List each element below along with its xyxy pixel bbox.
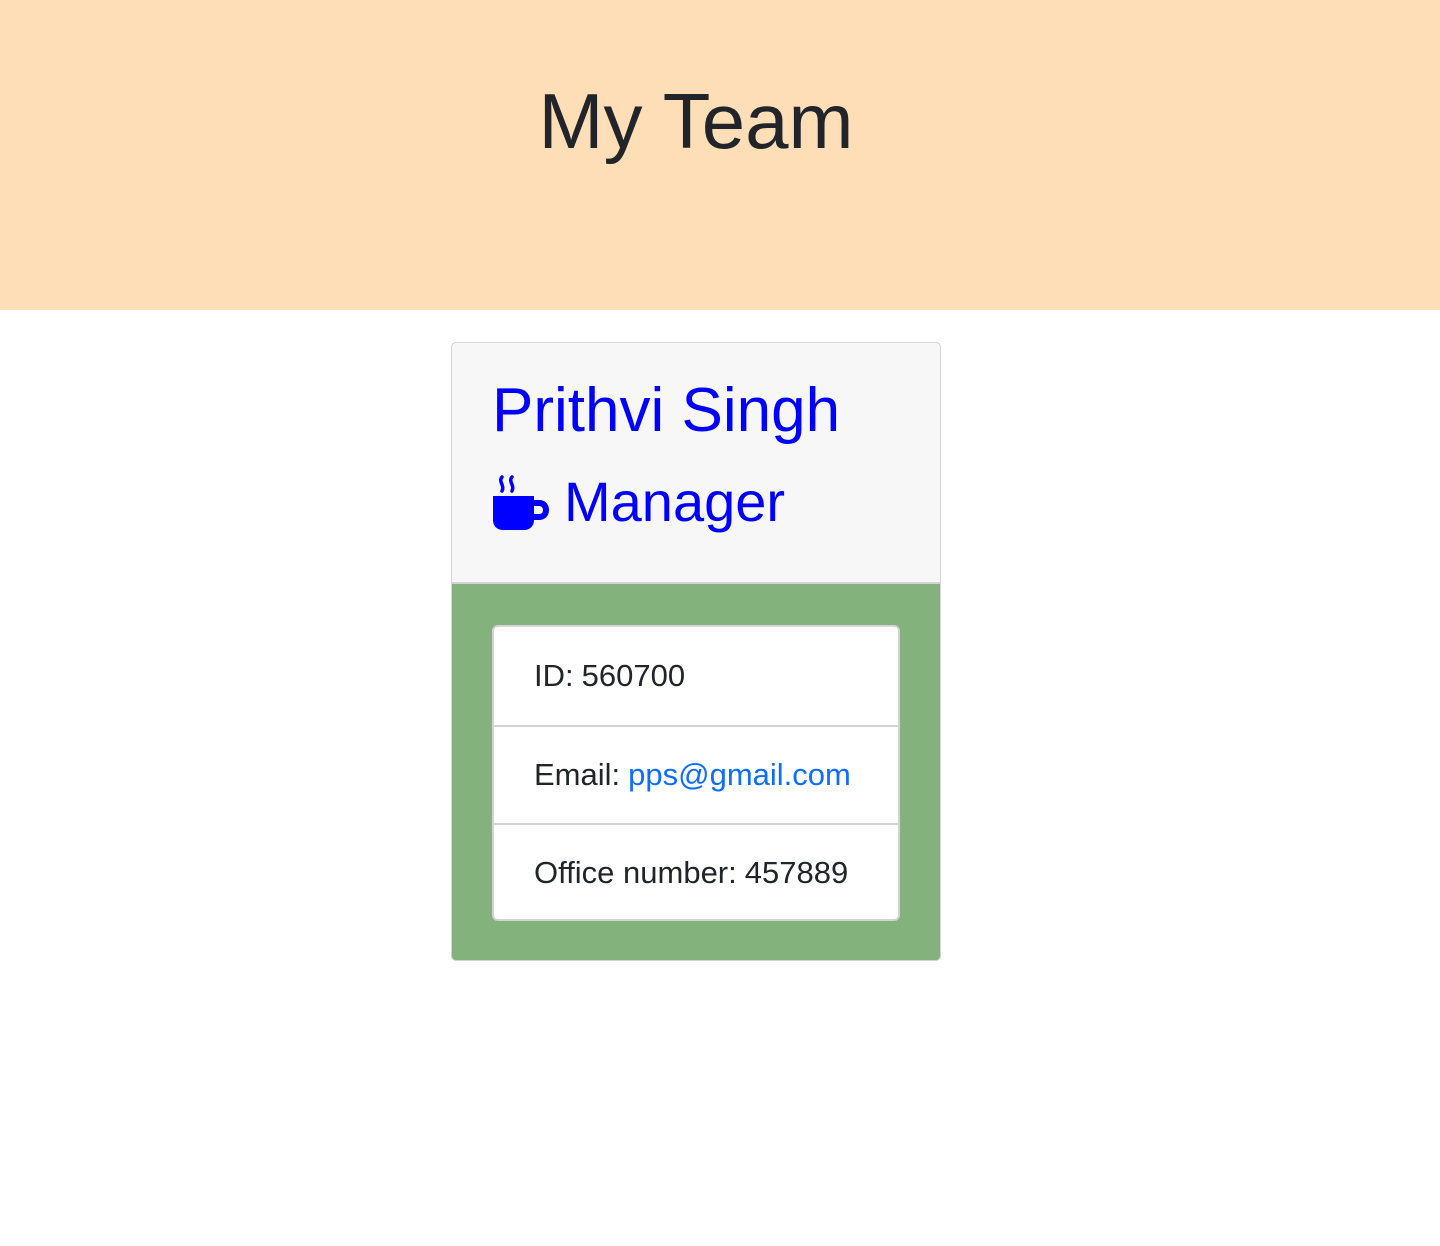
- list-item-office-number: Office number: 457889: [494, 823, 898, 919]
- employee-name: Prithvi Singh: [492, 376, 841, 445]
- card-header: Prithvi Singh Manager: [452, 343, 940, 584]
- email-label: Email:: [534, 756, 621, 792]
- list-item-email: Email: pps@gmail.com: [494, 725, 898, 822]
- role-label: Manager: [564, 470, 786, 533]
- employee-card: Prithvi Singh Manager ID: 560700 Email: …: [451, 342, 941, 961]
- mug-hot-icon: [492, 473, 550, 531]
- employee-role: Manager: [492, 467, 785, 537]
- office-number-value: 457889: [744, 854, 849, 890]
- id-label: ID:: [534, 657, 574, 693]
- details-list: ID: 560700 Email: pps@gmail.com Office n…: [492, 625, 900, 921]
- office-number-label: Office number:: [534, 854, 737, 890]
- id-value: 560700: [581, 657, 686, 693]
- page-header: My Team: [0, 0, 1440, 310]
- email-link[interactable]: pps@gmail.com: [628, 757, 851, 793]
- list-item-id: ID: 560700: [494, 627, 898, 724]
- page-title: My Team: [538, 77, 854, 165]
